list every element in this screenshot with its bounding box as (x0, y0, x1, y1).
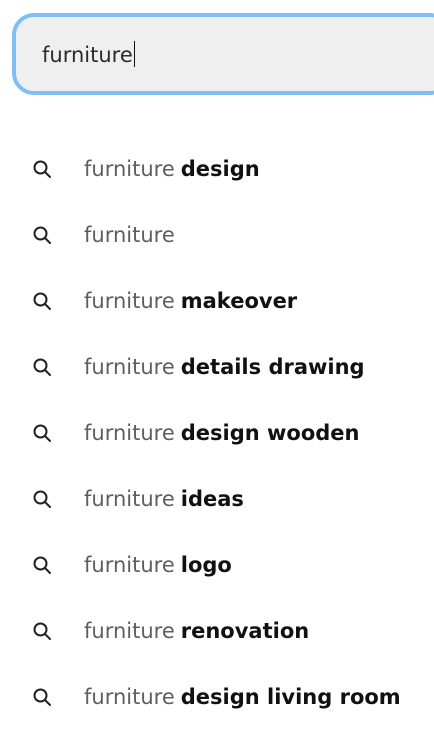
suggestion-prefix: furniture (84, 223, 175, 247)
search-icon (33, 556, 51, 574)
suggestion-prefix: furniture (84, 289, 175, 313)
suggestion-item[interactable]: furniture logo (0, 531, 434, 597)
suggestion-item[interactable]: furniture design wooden (0, 399, 434, 465)
suggestions-list: furniture design furniture furniture makeo… (0, 135, 434, 729)
suggestion-text[interactable]: furniture renovation (84, 617, 309, 645)
suggestion-text[interactable]: furniture (84, 221, 175, 249)
search-value: furniture (42, 43, 133, 67)
search-icon (33, 160, 51, 178)
suggestion-completion: design living room (180, 685, 401, 709)
search-icon (33, 490, 51, 508)
suggestion-item[interactable]: furniture design (0, 135, 434, 201)
search-suggestions-page: furniture furniture design furniture fur… (0, 0, 434, 730)
search-icon (33, 688, 51, 706)
suggestion-completion: ideas (180, 487, 244, 511)
suggestion-prefix: furniture (84, 487, 175, 511)
suggestion-completion: design wooden (180, 421, 360, 445)
search-icon (33, 622, 51, 640)
search-icon (33, 358, 51, 376)
suggestion-completion: logo (180, 553, 232, 577)
suggestion-text[interactable]: furniture makeover (84, 287, 297, 315)
suggestion-prefix: furniture (84, 157, 175, 181)
suggestion-text[interactable]: furniture design (84, 155, 260, 183)
suggestion-completion: design (180, 157, 260, 181)
search-icon (33, 292, 51, 310)
suggestion-text[interactable]: furniture details drawing (84, 353, 365, 381)
suggestion-item[interactable]: furniture design living room (0, 663, 434, 729)
search-input-text[interactable]: furniture (42, 41, 135, 69)
suggestion-text[interactable]: furniture logo (84, 551, 232, 579)
suggestion-completion: makeover (180, 289, 298, 313)
suggestion-prefix: furniture (84, 355, 175, 379)
suggestion-text[interactable]: furniture ideas (84, 485, 244, 513)
search-icon (33, 424, 51, 442)
suggestion-prefix: furniture (84, 421, 175, 445)
search-icon (33, 226, 51, 244)
suggestion-text[interactable]: furniture design living room (84, 683, 401, 711)
suggestion-prefix: furniture (84, 619, 175, 643)
suggestion-item[interactable]: furniture makeover (0, 267, 434, 333)
search-input[interactable]: furniture (12, 13, 434, 95)
suggestion-item[interactable]: furniture renovation (0, 597, 434, 663)
suggestion-prefix: furniture (84, 685, 175, 709)
suggestion-item[interactable]: furniture ideas (0, 465, 434, 531)
suggestion-completion: details drawing (180, 355, 365, 379)
suggestion-prefix: furniture (84, 553, 175, 577)
text-caret (133, 41, 135, 67)
suggestion-completion: renovation (180, 619, 310, 643)
suggestion-item[interactable]: furniture (0, 201, 434, 267)
suggestion-text[interactable]: furniture design wooden (84, 419, 360, 447)
suggestion-item[interactable]: furniture details drawing (0, 333, 434, 399)
